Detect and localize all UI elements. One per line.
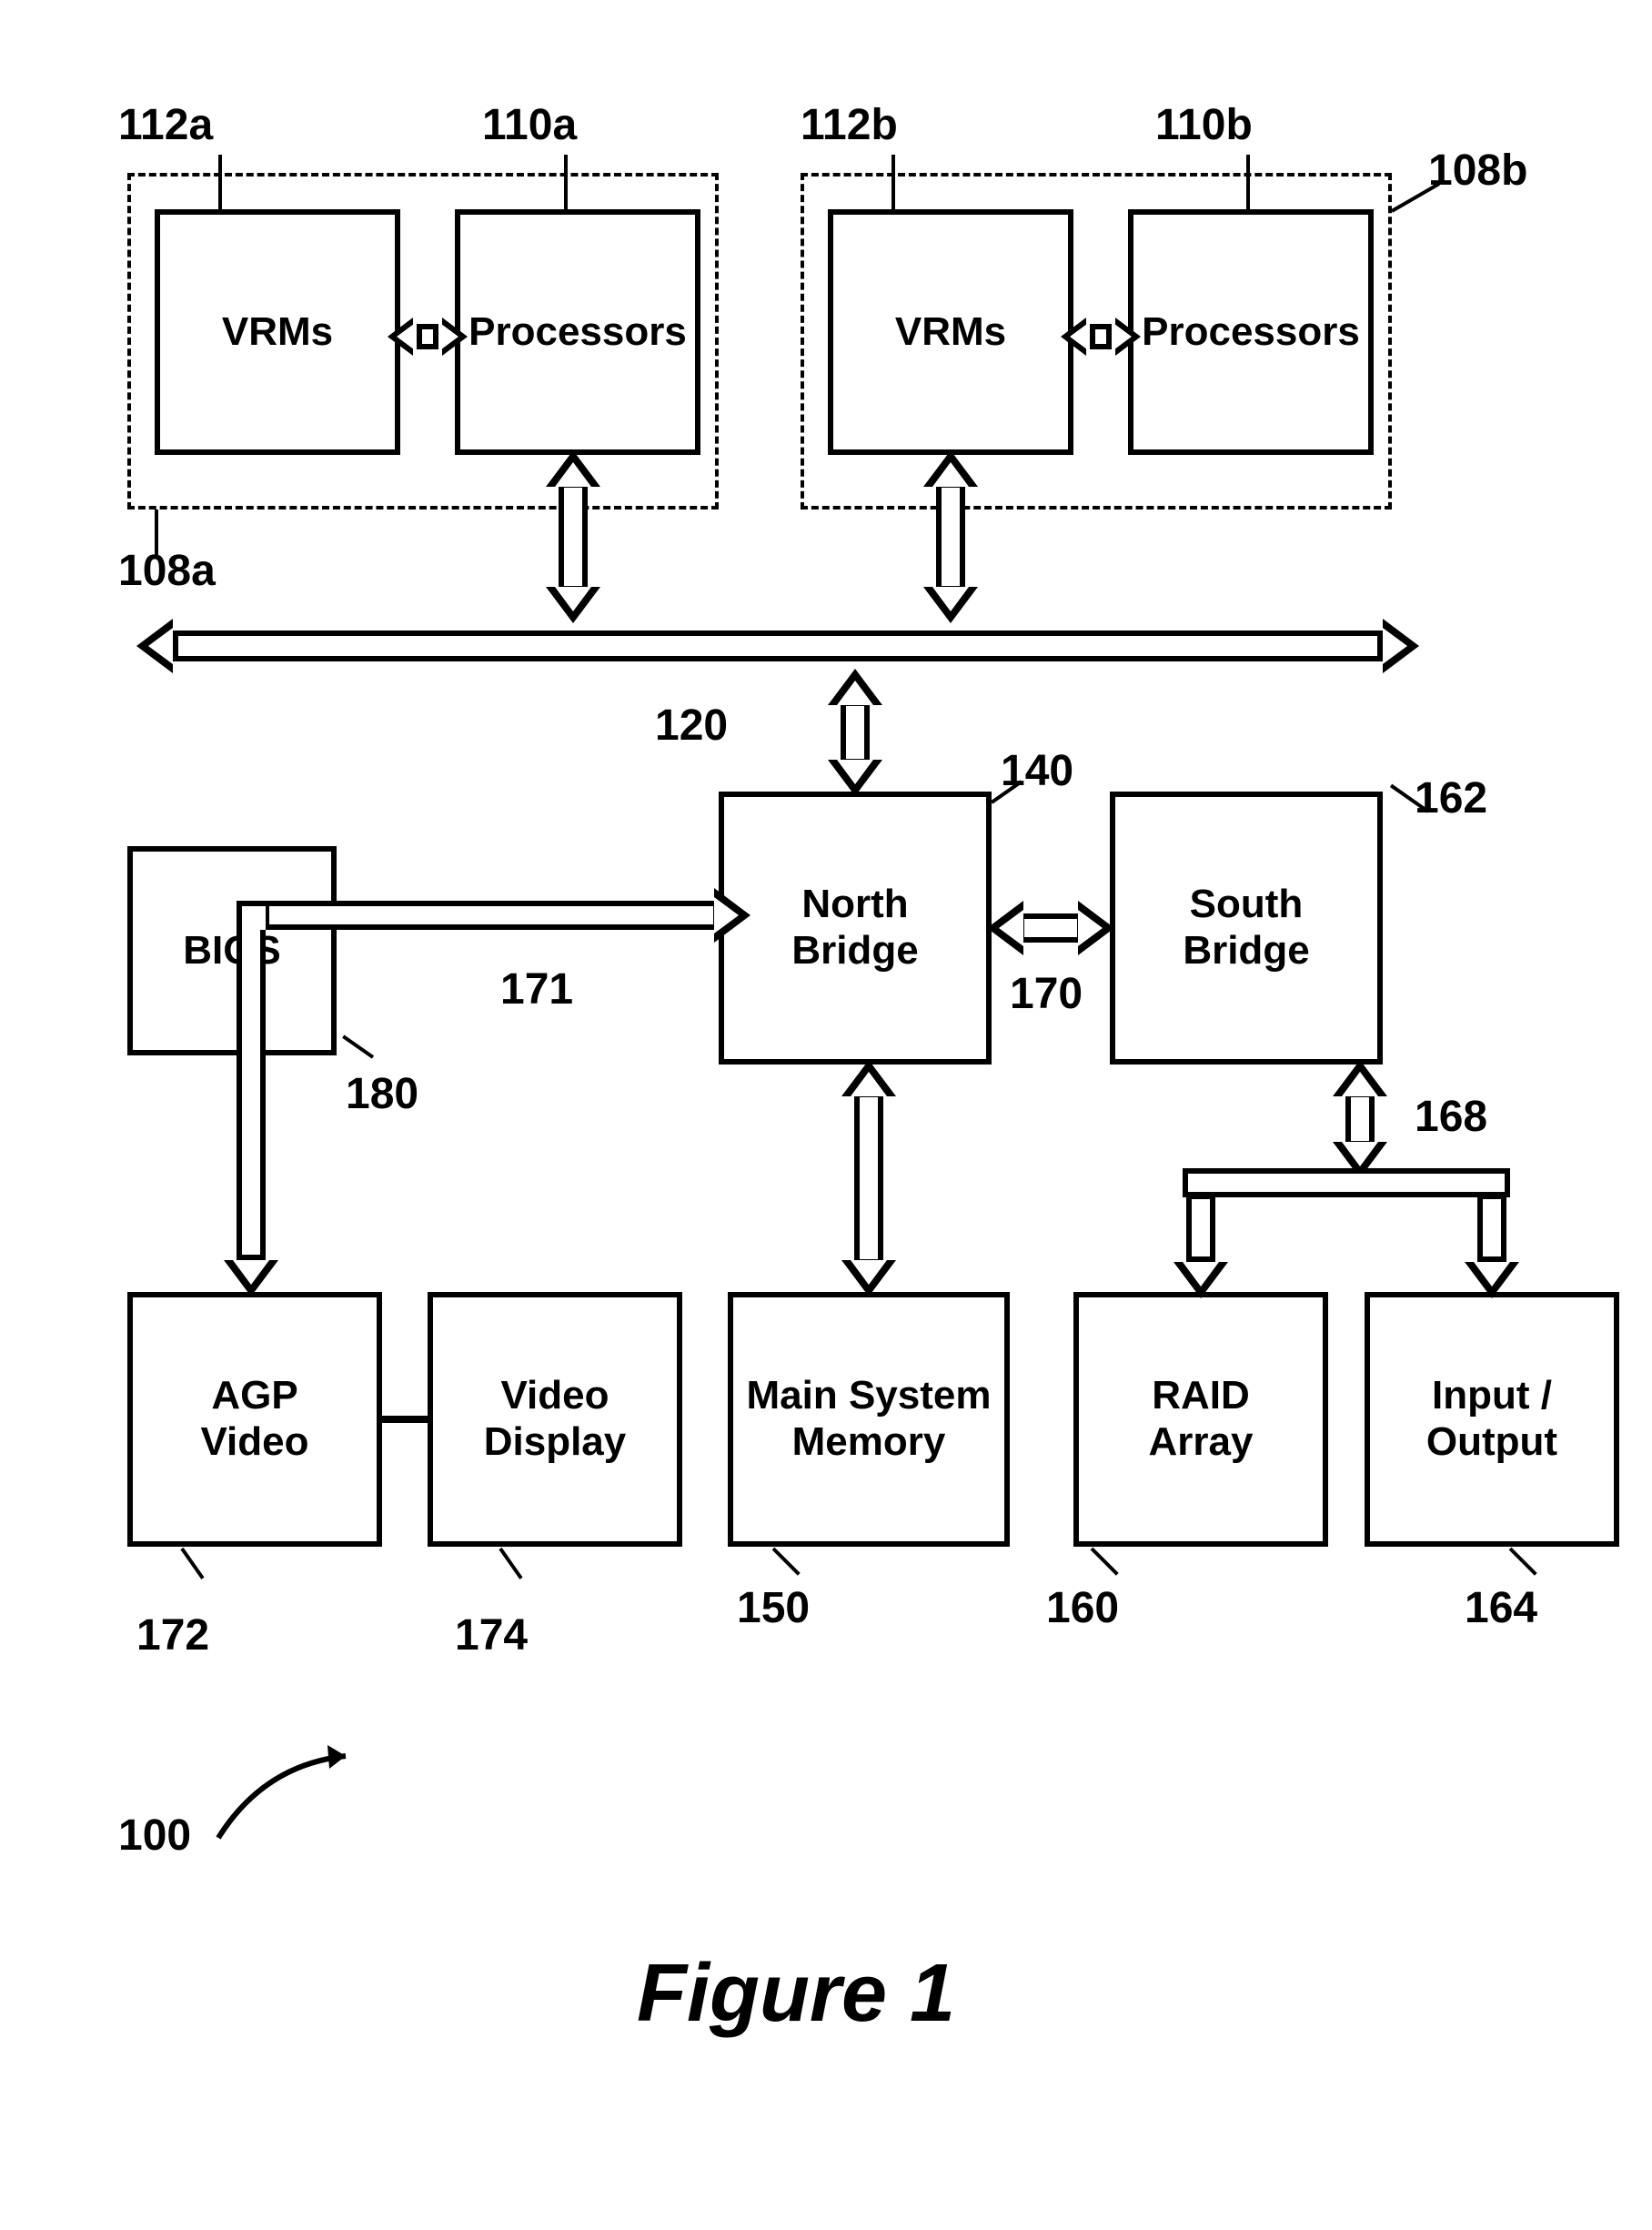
label-108a: 108a bbox=[118, 546, 216, 596]
label-168: 168 bbox=[1415, 1092, 1487, 1142]
bus-to-nb-arrow bbox=[828, 673, 882, 792]
label-171: 171 bbox=[500, 964, 573, 1014]
proc-a-to-bus-arrow bbox=[546, 455, 600, 619]
label-110b: 110b bbox=[1155, 100, 1253, 150]
processors-b-box: Processors bbox=[1128, 209, 1374, 455]
label-100: 100 bbox=[118, 1811, 191, 1861]
label-112b: 112b bbox=[801, 100, 898, 150]
io-box: Input / Output bbox=[1365, 1292, 1619, 1547]
label-162: 162 bbox=[1415, 773, 1487, 823]
label-160: 160 bbox=[1046, 1583, 1119, 1633]
label-174: 174 bbox=[455, 1610, 528, 1660]
label-110a: 110a bbox=[482, 100, 577, 150]
agp-video-box: AGP Video bbox=[127, 1292, 382, 1547]
label-112a: 112a bbox=[118, 100, 213, 150]
label-150: 150 bbox=[737, 1583, 810, 1633]
branch-to-io bbox=[1465, 1194, 1519, 1294]
figure-caption: Figure 1 bbox=[637, 1947, 955, 2041]
north-bridge-box: North Bridge bbox=[719, 792, 992, 1065]
nb-sb-arrow bbox=[992, 901, 1110, 955]
south-bridge-box: South Bridge bbox=[1110, 792, 1383, 1065]
label-180: 180 bbox=[346, 1069, 418, 1119]
ref-100-arc-icon bbox=[209, 1738, 355, 1847]
label-108b: 108b bbox=[1428, 146, 1527, 196]
branch-to-raid bbox=[1174, 1194, 1228, 1294]
label-172: 172 bbox=[136, 1610, 209, 1660]
vrm-b-to-bus-arrow bbox=[923, 455, 978, 619]
agp-to-display-line bbox=[382, 1416, 428, 1423]
vrm-proc-a-arrow bbox=[400, 309, 455, 364]
nb-to-mem-arrow bbox=[841, 1065, 896, 1292]
sb-down-arrow bbox=[1333, 1065, 1387, 1174]
nb-to-agp-arrow bbox=[237, 901, 719, 1292]
vrm-proc-b-arrow bbox=[1073, 309, 1128, 364]
raid-box: RAID Array bbox=[1073, 1292, 1328, 1547]
video-display-box: Video Display bbox=[428, 1292, 682, 1547]
processors-a-box: Processors bbox=[455, 209, 700, 455]
vrms-b-box: VRMs bbox=[828, 209, 1073, 455]
sb-branch bbox=[1183, 1165, 1510, 1201]
memory-box: Main System Memory bbox=[728, 1292, 1010, 1547]
label-120: 120 bbox=[655, 701, 728, 751]
label-164: 164 bbox=[1465, 1583, 1537, 1633]
label-170: 170 bbox=[1010, 969, 1083, 1019]
vrms-a-box: VRMs bbox=[155, 209, 400, 455]
host-bus-arrow bbox=[136, 619, 1419, 673]
